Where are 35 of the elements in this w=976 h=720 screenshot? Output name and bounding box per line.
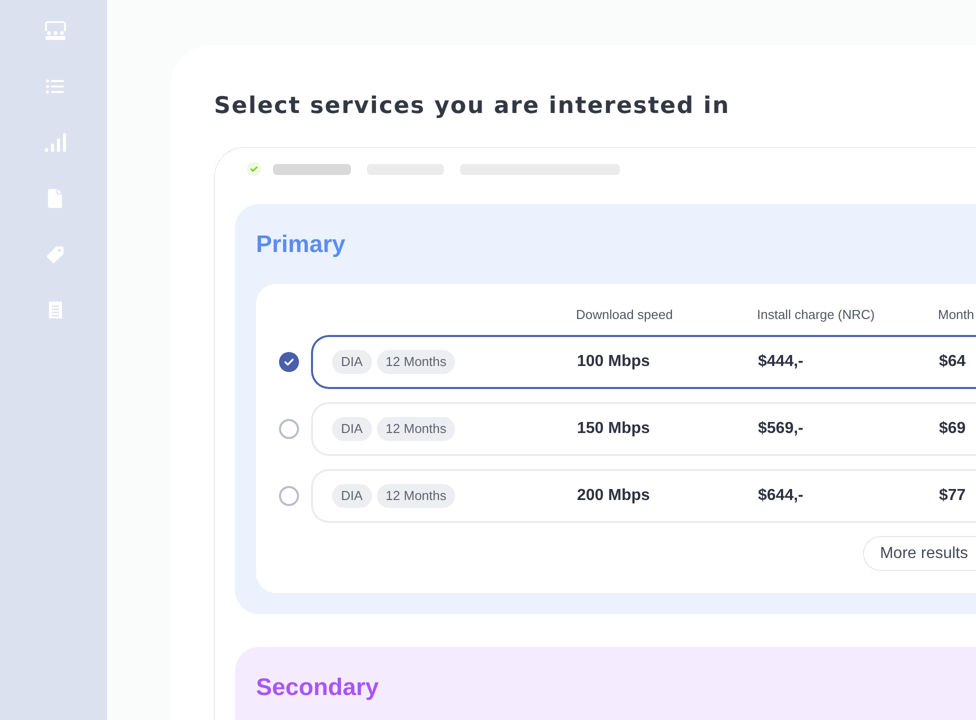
radio-button[interactable]	[279, 419, 299, 439]
install-charge-cell: $569,-	[758, 420, 804, 438]
signal-bars-icon[interactable]	[44, 132, 66, 152]
contract-term-tag: 12 Months	[376, 350, 456, 374]
check-icon	[247, 162, 261, 176]
result-row[interactable]: DIA 12 Months 150 Mbps $569,- $69	[311, 402, 976, 456]
service-type-tag: DIA	[332, 417, 372, 441]
column-header: Install charge (NRC)	[757, 307, 875, 323]
document-icon[interactable]	[48, 188, 62, 208]
section-title: Primary	[256, 231, 346, 259]
monthly-price-cell: $69	[939, 420, 966, 438]
page-title: Select services you are interested in	[214, 92, 731, 121]
result-row[interactable]: DIA 12 Months 200 Mbps $644,- $77	[311, 469, 976, 523]
section-title: Secondary	[256, 674, 379, 702]
monthly-price-cell: $77	[939, 487, 966, 505]
presentation-icon[interactable]	[44, 20, 66, 40]
monthly-price-cell: $64	[939, 353, 966, 371]
service-type-tag: DIA	[332, 484, 372, 508]
tag-icon[interactable]	[46, 246, 64, 262]
column-header: Download speed	[576, 307, 673, 323]
download-speed-cell: 200 Mbps	[577, 487, 650, 505]
list-icon[interactable]	[46, 78, 64, 94]
column-header: Month	[938, 307, 974, 323]
result-row[interactable]: DIA 12 Months 100 Mbps $444,- $64	[311, 335, 976, 389]
radio-button[interactable]	[279, 352, 299, 372]
receipt-icon[interactable]	[48, 301, 62, 319]
download-speed-cell: 100 Mbps	[577, 353, 650, 371]
install-charge-cell: $644,-	[758, 487, 804, 505]
download-speed-cell: 150 Mbps	[577, 420, 650, 438]
service-type-tag: DIA	[332, 350, 372, 374]
install-charge-cell: $444,-	[758, 353, 804, 371]
more-results-button[interactable]: More results	[862, 536, 976, 571]
contract-term-tag: 12 Months	[376, 484, 456, 508]
contract-term-tag: 12 Months	[376, 417, 456, 441]
radio-button[interactable]	[279, 486, 299, 506]
